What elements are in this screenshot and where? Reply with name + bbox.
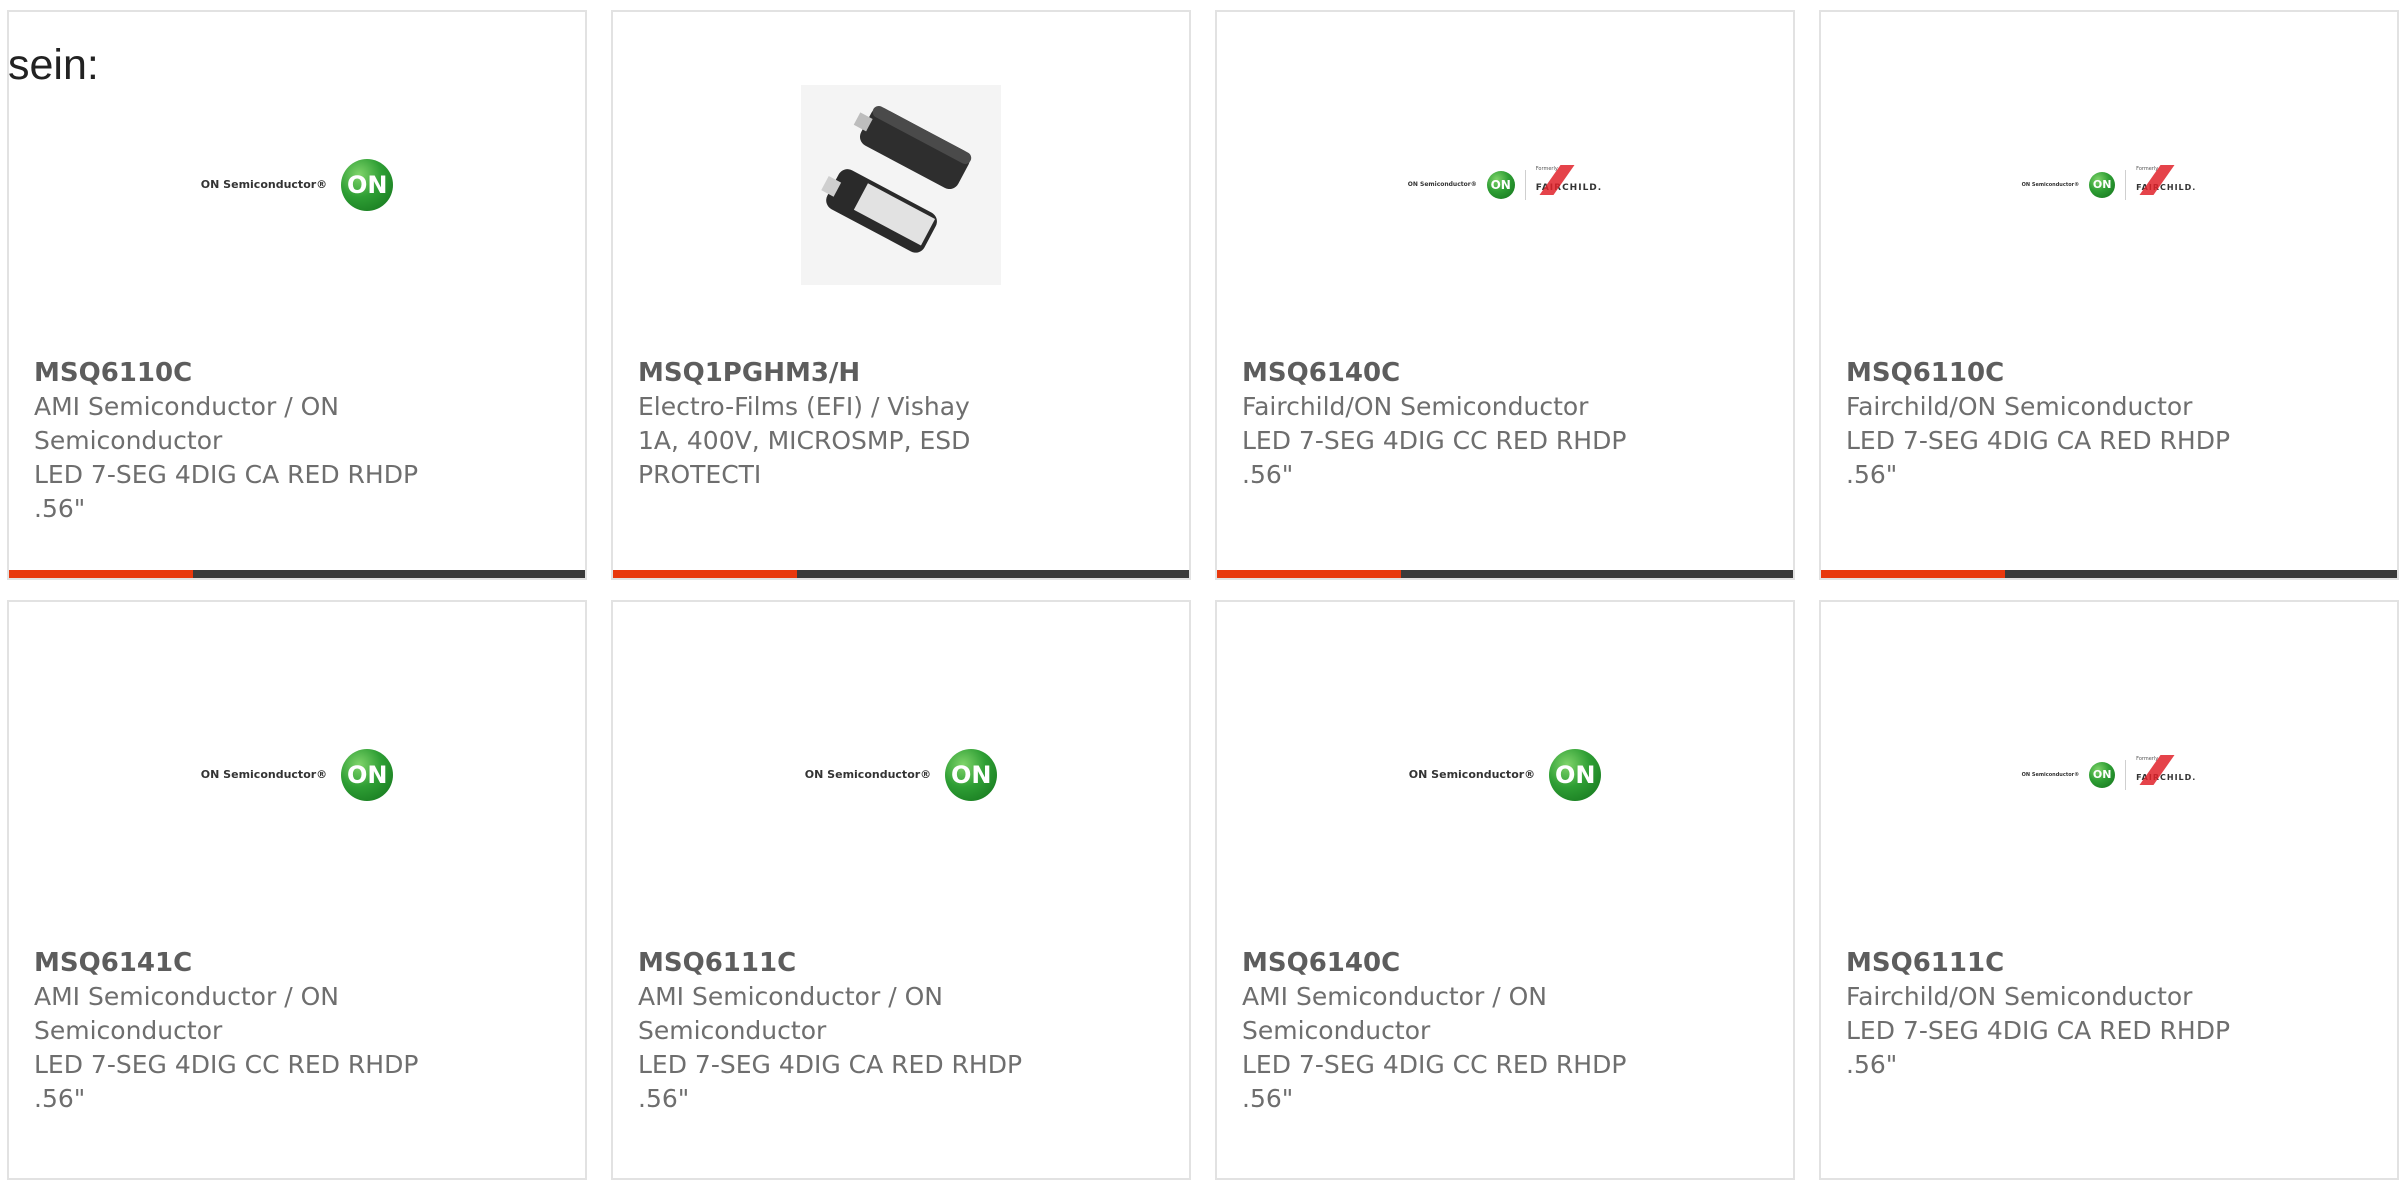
product-image: ON Semiconductor® ON Formerly FAIRCHILD.	[1821, 602, 2397, 947]
description-line: LED 7-SEG 4DIG CC RED RHDP	[1242, 426, 1627, 455]
on-semiconductor-logo: ON Semiconductor® ON	[805, 748, 998, 801]
manufacturer-line: AMI Semiconductor / ON	[1242, 982, 1547, 1011]
on-semiconductor-logo: ON Semiconductor® ON	[1409, 748, 1602, 801]
product-image: ON Semiconductor® ON	[9, 602, 585, 947]
part-number[interactable]: MSQ1PGHM3/H	[638, 356, 1068, 390]
manufacturer-line: AMI Semiconductor / ON	[34, 392, 339, 421]
product-image: ON Semiconductor® ON Formerly FAIRCHILD.	[1821, 12, 2397, 357]
product-image: ON Semiconductor® ON	[613, 602, 1189, 947]
description-line: .56"	[638, 1084, 690, 1113]
description-line: .56"	[1242, 460, 1294, 489]
description-line: LED 7-SEG 4DIG CC RED RHDP	[1242, 1050, 1627, 1079]
description-line: LED 7-SEG 4DIG CA RED RHDP	[1846, 1016, 2231, 1045]
part-number[interactable]: MSQ6140C	[1242, 946, 1672, 980]
on-semiconductor-logo: ON Semiconductor® ON	[201, 158, 394, 211]
manufacturer-line: Electro-Films (EFI) / Vishay	[638, 392, 970, 421]
part-number[interactable]: MSQ6110C	[1846, 356, 2276, 390]
manufacturer-line: Fairchild/ON Semiconductor	[1846, 982, 2193, 1011]
description-line: LED 7-SEG 4DIG CA RED RHDP	[638, 1050, 1023, 1079]
manufacturer-line: AMI Semiconductor / ON	[638, 982, 943, 1011]
product-card[interactable]: ON Semiconductor® ON Formerly FAIRCHILD.…	[1215, 10, 1795, 580]
description-line: LED 7-SEG 4DIG CA RED RHDP	[1846, 426, 2231, 455]
description-line: LED 7-SEG 4DIG CA RED RHDP	[34, 460, 419, 489]
part-number[interactable]: MSQ6111C	[638, 946, 1068, 980]
manufacturer-line: Fairchild/ON Semiconductor	[1242, 392, 1589, 421]
part-number[interactable]: MSQ6140C	[1242, 356, 1672, 390]
on-fairchild-logo: ON Semiconductor® ON Formerly FAIRCHILD.	[1408, 165, 1602, 200]
manufacturer-line: Semiconductor	[638, 1016, 827, 1045]
manufacturer-line: Fairchild/ON Semiconductor	[1846, 392, 2193, 421]
manufacturer-line: Semiconductor	[34, 426, 223, 455]
description-line: .56"	[1846, 1050, 1898, 1079]
description-line: LED 7-SEG 4DIG CC RED RHDP	[34, 1050, 419, 1079]
on-fairchild-logo: ON Semiconductor® ON Formerly FAIRCHILD.	[2022, 165, 2197, 200]
description-line: .56"	[34, 1084, 86, 1113]
product-card[interactable]: ON Semiconductor® ON Formerly FAIRCHILD.…	[1819, 10, 2399, 580]
description-line: PROTECTI	[638, 460, 762, 489]
product-card[interactable]: ON Semiconductor® ON Formerly FAIRCHILD.…	[1819, 600, 2399, 1180]
product-image: ON Semiconductor® ON Formerly FAIRCHILD.	[1217, 12, 1793, 357]
product-image	[613, 12, 1189, 357]
description-line: .56"	[1242, 1084, 1294, 1113]
on-fairchild-logo: ON Semiconductor® ON Formerly FAIRCHILD.	[2022, 755, 2197, 790]
product-card[interactable]: MSQ1PGHM3/H Electro-Films (EFI) / Vishay…	[611, 10, 1191, 580]
product-card[interactable]: ON Semiconductor® ON MSQ6110C AMI Semico…	[7, 10, 587, 580]
description-line: 1A, 400V, MICROSMP, ESD	[638, 426, 971, 455]
manufacturer-line: Semiconductor	[34, 1016, 223, 1045]
product-card[interactable]: ON Semiconductor® ON MSQ6140C AMI Semico…	[1215, 600, 1795, 1180]
smd-package-photo	[801, 84, 1001, 285]
description-line: .56"	[1846, 460, 1898, 489]
on-semiconductor-logo: ON Semiconductor® ON	[201, 748, 394, 801]
part-number[interactable]: MSQ6111C	[1846, 946, 2276, 980]
product-image: ON Semiconductor® ON	[1217, 602, 1793, 947]
part-number[interactable]: MSQ6110C	[34, 356, 464, 390]
product-card[interactable]: ON Semiconductor® ON MSQ6111C AMI Semico…	[611, 600, 1191, 1180]
card-accent-bar	[1217, 570, 1793, 578]
part-number[interactable]: MSQ6141C	[34, 946, 464, 980]
lead-text: sein:	[8, 41, 99, 89]
card-accent-bar	[1821, 570, 2397, 578]
product-card[interactable]: ON Semiconductor® ON MSQ6141C AMI Semico…	[7, 600, 587, 1180]
description-line: .56"	[34, 494, 86, 523]
card-accent-bar	[613, 570, 1189, 578]
manufacturer-line: AMI Semiconductor / ON	[34, 982, 339, 1011]
card-accent-bar	[9, 570, 585, 578]
manufacturer-line: Semiconductor	[1242, 1016, 1431, 1045]
